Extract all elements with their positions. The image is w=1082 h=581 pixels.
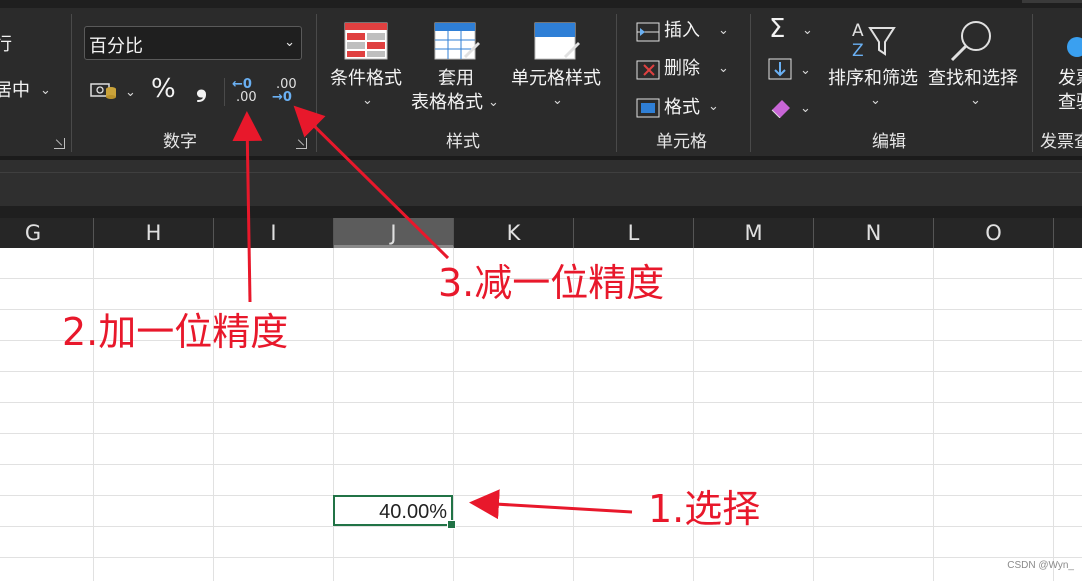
wrap-text-label-partial[interactable]: 行 [0, 34, 12, 56]
delete-label[interactable]: 删除 [664, 58, 700, 80]
percent-style-button[interactable]: % [151, 76, 176, 102]
row-line [0, 495, 1082, 496]
column-line [213, 248, 214, 581]
number-dialog-launcher-icon[interactable] [296, 138, 307, 149]
formula-bar[interactable] [0, 160, 1082, 206]
chevron-down-icon[interactable]: ⌄ [970, 94, 981, 108]
increase-decimal-button[interactable]: ←0 .00 [232, 77, 262, 107]
group-label-number: 数字 [163, 132, 197, 152]
column-header-l[interactable]: L [574, 218, 694, 248]
accounting-format-icon[interactable] [90, 80, 118, 106]
delete-cells-icon[interactable] [636, 60, 660, 84]
insert-label[interactable]: 插入 [664, 20, 700, 42]
chevron-down-icon[interactable]: ⌄ [800, 102, 811, 116]
sort-filter-icon[interactable]: A Z [850, 18, 896, 66]
svg-text:Z: Z [852, 41, 864, 61]
cell-styles-icon[interactable] [534, 22, 580, 68]
column-header-n[interactable]: N [814, 218, 934, 248]
row-line [0, 433, 1082, 434]
group-label-editing: 编辑 [872, 132, 906, 152]
conditional-format-icon[interactable] [344, 22, 388, 64]
column-header-m[interactable]: M [694, 218, 814, 248]
invoice-check-icon[interactable] [1066, 36, 1082, 62]
chevron-down-icon[interactable]: ⌄ [488, 96, 499, 110]
format-as-table-icon[interactable] [434, 22, 480, 68]
group-separator [750, 14, 751, 152]
column-line [93, 248, 94, 581]
invoice-label-1[interactable]: 发票 [1058, 68, 1082, 90]
watermark: CSDN @Wyn_ [1007, 560, 1074, 571]
row-line [0, 557, 1082, 558]
fill-down-icon[interactable] [768, 58, 792, 84]
format-cells-icon[interactable] [636, 98, 660, 122]
row-line [0, 371, 1082, 372]
insert-cells-icon[interactable] [636, 22, 660, 46]
chevron-down-icon[interactable]: ⌄ [552, 94, 563, 108]
group-separator [616, 14, 617, 152]
comma-style-button[interactable]: ❟ [196, 73, 207, 101]
format-label[interactable]: 格式 [664, 97, 700, 119]
column-header-h[interactable]: H [94, 218, 214, 248]
group-separator [1032, 14, 1033, 152]
row-line [0, 526, 1082, 527]
merge-center-label-partial[interactable]: 居中 [0, 80, 30, 102]
find-select-label[interactable]: 查找和选择 [928, 68, 1018, 90]
chevron-down-icon[interactable]: ⌄ [718, 62, 729, 76]
fill-handle[interactable] [447, 520, 456, 529]
decrease-decimal-button[interactable]: .00 →0 [272, 77, 302, 107]
column-line [693, 248, 694, 581]
find-select-magnifier-icon[interactable] [948, 18, 996, 68]
number-format-select[interactable]: 百分比 ⌄ [84, 26, 302, 60]
group-separator [316, 14, 317, 152]
chevron-down-icon[interactable]: ⌄ [802, 24, 813, 38]
decrease-decimal-arrow-icon: →0 [272, 90, 292, 105]
column-header-k[interactable]: K [454, 218, 574, 248]
group-label-cells: 单元格 [656, 132, 707, 152]
format-as-table-label-1[interactable]: 套用 [438, 68, 474, 90]
alignment-dialog-launcher-icon[interactable] [54, 138, 65, 149]
format-as-table-label-2[interactable]: 表格格式 [411, 92, 483, 114]
column-line [333, 248, 334, 581]
group-label-styles: 样式 [446, 132, 480, 152]
selected-cell-j[interactable]: 40.00% [333, 495, 456, 529]
column-header-o[interactable]: O [934, 218, 1054, 248]
conditional-format-label[interactable]: 条件格式 [330, 68, 402, 90]
cell-value: 40.00% [379, 501, 447, 523]
autosum-icon[interactable]: Σ [769, 16, 785, 42]
column-line [1053, 248, 1054, 581]
column-header-g[interactable]: G [0, 218, 94, 248]
row-line [0, 464, 1082, 465]
chevron-down-icon[interactable]: ⌄ [718, 24, 729, 38]
cell-styles-label[interactable]: 单元格样式 [511, 68, 601, 90]
chevron-down-icon: ⌄ [284, 35, 295, 50]
sort-filter-label[interactable]: 排序和筛选 [828, 68, 918, 90]
annotation-step2: 2.加一位精度 [62, 310, 289, 354]
annotation-step1: 1.选择 [648, 487, 761, 531]
column-header-j[interactable]: J [334, 218, 454, 248]
header-gap [0, 206, 1082, 218]
svg-text:A: A [852, 21, 864, 41]
merge-chevron-down-icon[interactable]: ⌄ [40, 84, 51, 98]
chevron-down-icon[interactable]: ⌄ [870, 94, 881, 108]
chevron-down-icon[interactable]: ⌄ [708, 100, 719, 114]
annotation-step3: 3.减一位精度 [438, 261, 665, 305]
invoice-label-2[interactable]: 查验 [1058, 92, 1082, 114]
ribbon-top-strip [0, 0, 1082, 8]
number-format-value: 百分比 [89, 36, 143, 57]
column-line [813, 248, 814, 581]
accounting-chevron-down-icon[interactable]: ⌄ [125, 86, 136, 100]
increase-decimal-digits: .00 [236, 90, 257, 105]
clear-eraser-icon[interactable] [768, 96, 794, 122]
inner-separator [224, 78, 225, 106]
chevron-down-icon[interactable]: ⌄ [362, 94, 373, 108]
ribbon: 行 居中 ⌄ 百分比 ⌄ ⌄ % ❟ ←0 .00 .00 →0 数字 条件格式… [0, 0, 1082, 160]
group-label-invoice: 发票查 [1040, 132, 1082, 152]
group-separator [71, 14, 72, 152]
row-line [0, 402, 1082, 403]
formula-bar-divider [0, 172, 1082, 173]
column-header-i[interactable]: I [214, 218, 334, 248]
chevron-down-icon[interactable]: ⌄ [800, 64, 811, 78]
column-line [933, 248, 934, 581]
